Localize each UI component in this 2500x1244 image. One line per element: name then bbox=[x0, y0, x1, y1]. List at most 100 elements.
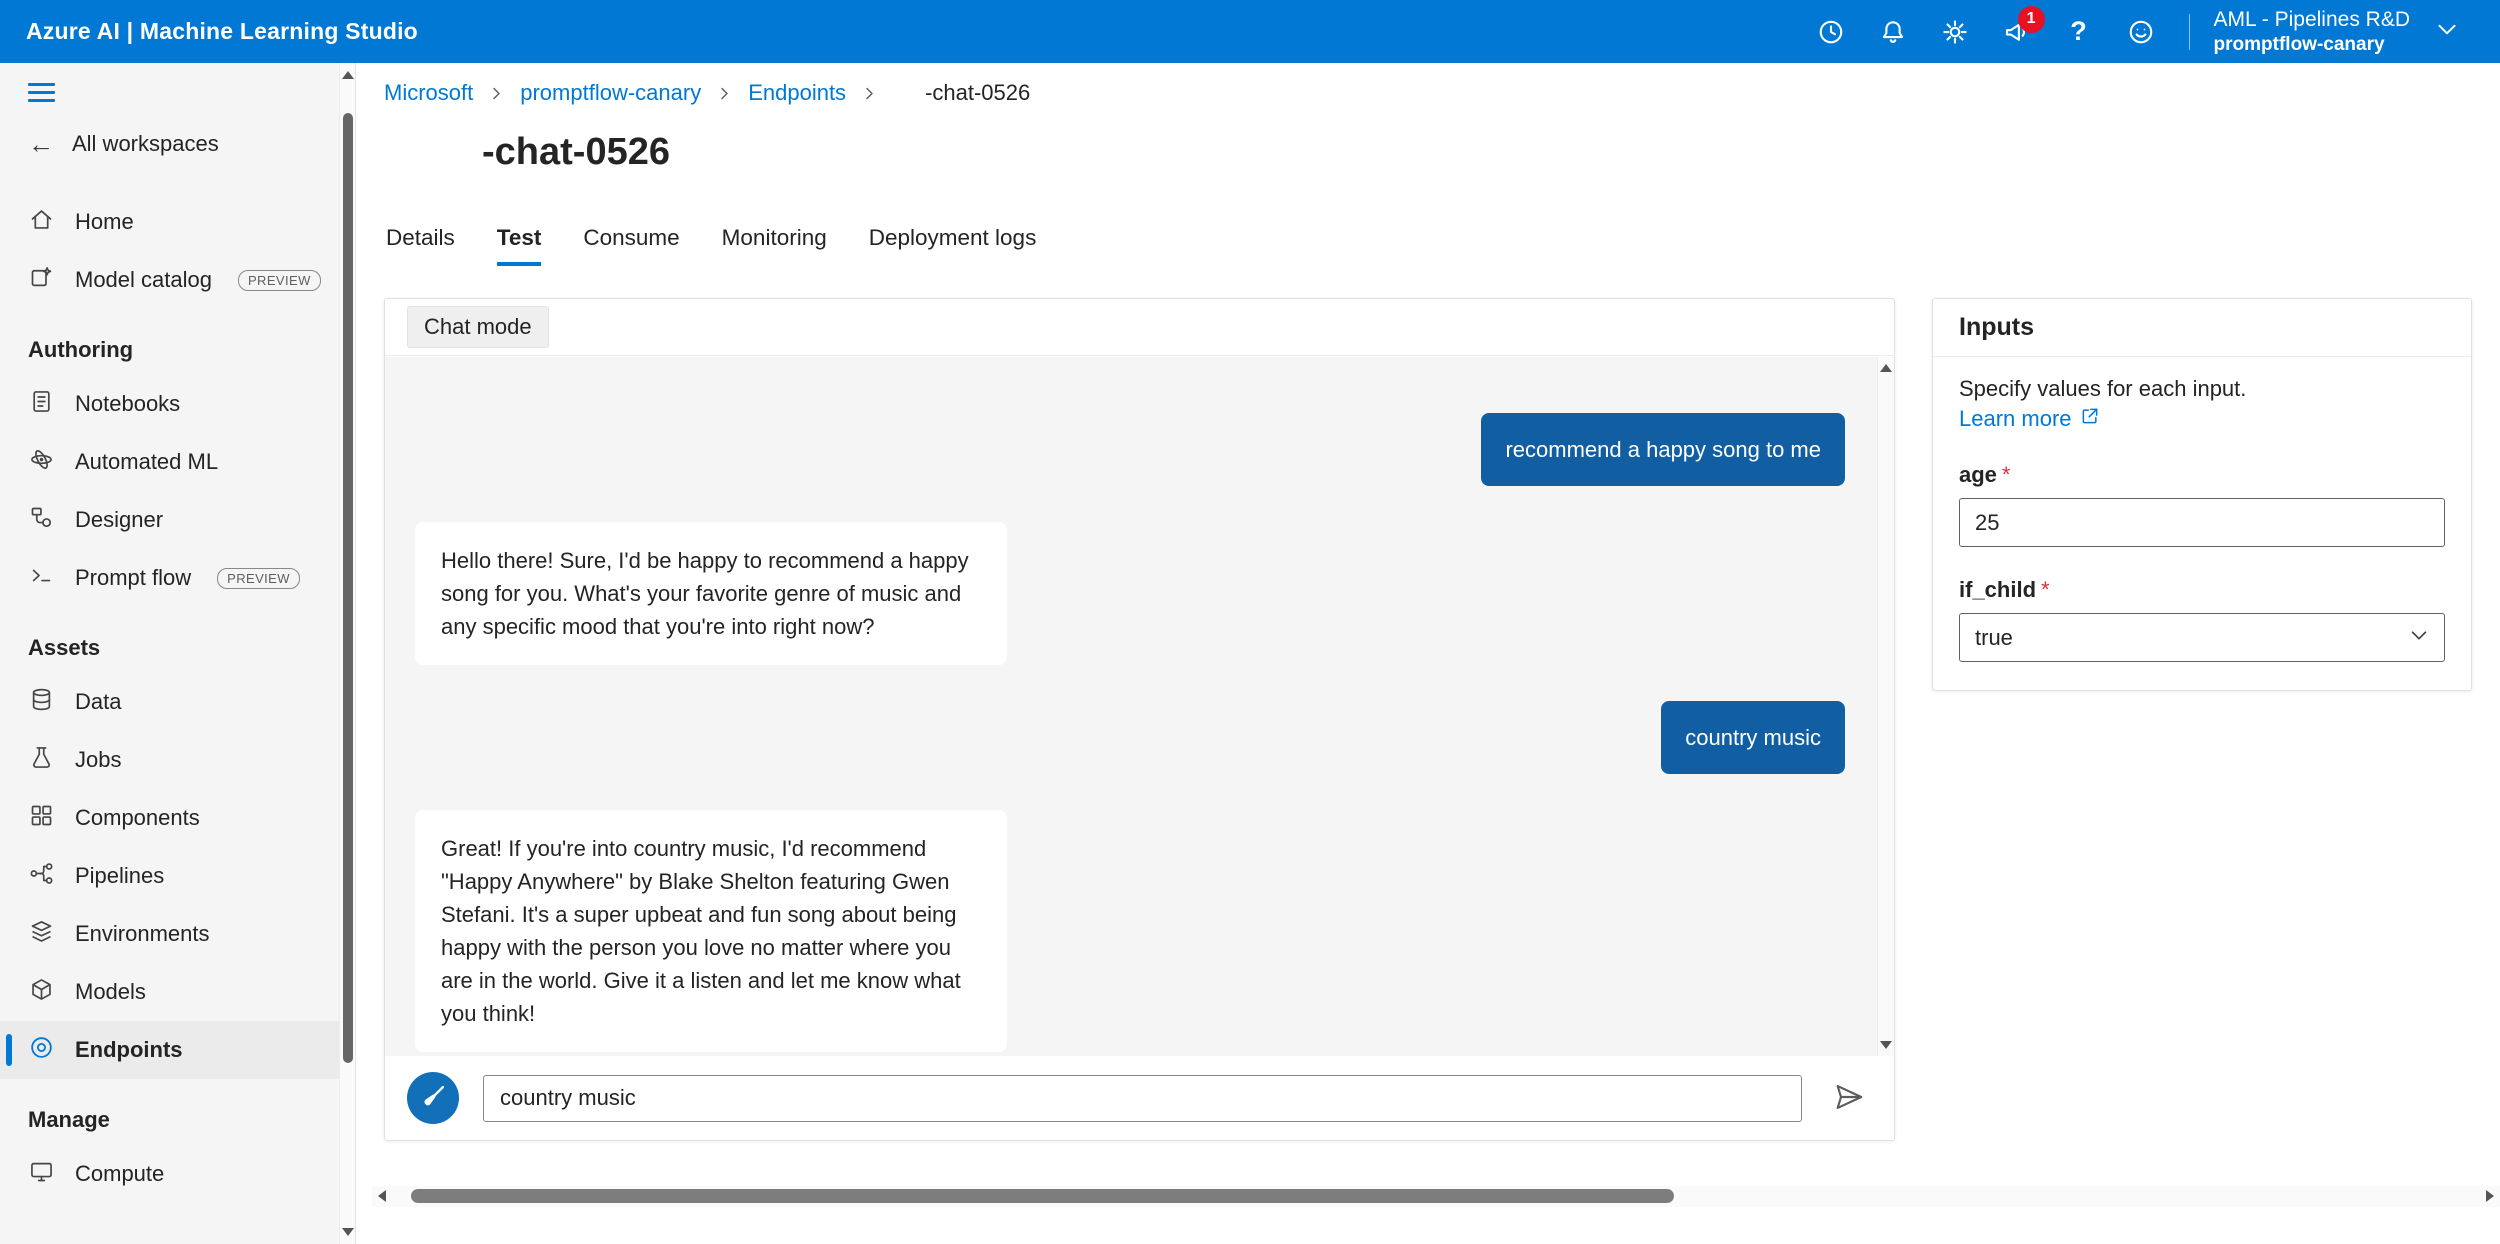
sidebar-item-automated-ml[interactable]: Automated ML bbox=[0, 433, 355, 491]
dropdown-value: true bbox=[1975, 625, 2013, 651]
scrollbar-thumb[interactable] bbox=[411, 1189, 1674, 1203]
terminal-icon bbox=[28, 562, 55, 595]
question-mark-icon: ? bbox=[2070, 16, 2087, 47]
scroll-down-arrow[interactable] bbox=[342, 1228, 354, 1236]
sidebar-item-label: Components bbox=[75, 805, 200, 831]
smiley-icon bbox=[2126, 17, 2156, 47]
field-label-if-child: if_child* bbox=[1959, 577, 2445, 603]
clock-icon bbox=[1816, 17, 1846, 47]
back-label: All workspaces bbox=[72, 131, 219, 157]
learn-more-link[interactable]: Learn more bbox=[1959, 406, 2100, 432]
sidebar-item-designer[interactable]: Designer bbox=[0, 491, 355, 549]
workspace-switcher[interactable]: AML - Pipelines R&D promptflow-canary bbox=[2214, 7, 2460, 57]
sidebar-item-models[interactable]: Models bbox=[0, 963, 355, 1021]
preview-badge: PREVIEW bbox=[238, 270, 321, 291]
notifications-button[interactable] bbox=[1869, 8, 1917, 56]
external-link-icon bbox=[2080, 406, 2100, 432]
sidebar-item-label: Prompt flow bbox=[75, 565, 191, 591]
sidebar-item-environments[interactable]: Environments bbox=[0, 905, 355, 963]
sidebar-item-label: Compute bbox=[75, 1161, 164, 1187]
recent-activity-button[interactable] bbox=[1807, 8, 1855, 56]
scroll-up-arrow[interactable] bbox=[1880, 364, 1892, 372]
workspace-subtitle: promptflow-canary bbox=[2214, 33, 2410, 57]
sidebar-item-home[interactable]: Home bbox=[0, 193, 355, 251]
chat-panel: Chat mode recommend a happy song to me H… bbox=[384, 298, 1895, 1141]
broom-icon bbox=[419, 1083, 447, 1114]
components-grid-icon bbox=[28, 802, 55, 835]
sidebar-item-label: Models bbox=[75, 979, 146, 1005]
sidebar-item-data[interactable]: Data bbox=[0, 673, 355, 731]
chat-message-assistant: Great! If you're into country music, I'd… bbox=[415, 810, 1007, 1052]
designer-icon bbox=[28, 504, 55, 537]
gear-icon bbox=[1940, 17, 1970, 47]
scroll-up-arrow[interactable] bbox=[342, 71, 354, 79]
app-title[interactable]: Azure AI | Machine Learning Studio bbox=[26, 18, 418, 45]
sidebar-item-components[interactable]: Components bbox=[0, 789, 355, 847]
endpoints-target-icon bbox=[28, 1034, 55, 1067]
inputs-description: Specify values for each input. bbox=[1959, 373, 2445, 404]
model-catalog-icon bbox=[28, 264, 55, 297]
breadcrumb-endpoints[interactable]: Endpoints bbox=[748, 80, 846, 106]
database-icon bbox=[28, 686, 55, 719]
sidebar-section-authoring: Authoring bbox=[0, 325, 355, 375]
sidebar-item-pipelines[interactable]: Pipelines bbox=[0, 847, 355, 905]
send-icon bbox=[1833, 1081, 1865, 1116]
field-label-age: age* bbox=[1959, 462, 2445, 488]
automated-ml-icon bbox=[28, 446, 55, 479]
inputs-panel: Inputs Specify values for each input. Le… bbox=[1932, 298, 2472, 691]
sidebar-item-compute[interactable]: Compute bbox=[0, 1145, 355, 1203]
sidebar-item-model-catalog[interactable]: Model catalog PREVIEW bbox=[0, 251, 355, 309]
breadcrumb-microsoft[interactable]: Microsoft bbox=[384, 80, 473, 106]
sidebar-item-jobs[interactable]: Jobs bbox=[0, 731, 355, 789]
inputs-panel-title: Inputs bbox=[1933, 299, 2471, 357]
tab-monitoring[interactable]: Monitoring bbox=[722, 225, 827, 266]
sidebar-item-label: Notebooks bbox=[75, 391, 180, 417]
chat-scrollbar[interactable] bbox=[1877, 357, 1894, 1056]
tab-details[interactable]: Details bbox=[386, 225, 455, 266]
chevron-down-icon bbox=[2408, 624, 2430, 652]
smiley-feedback-button[interactable] bbox=[2117, 8, 2165, 56]
chat-message-user: recommend a happy song to me bbox=[1481, 413, 1845, 486]
age-field[interactable] bbox=[1959, 498, 2445, 547]
send-button[interactable] bbox=[1826, 1075, 1872, 1121]
workspace-info: AML - Pipelines R&D promptflow-canary bbox=[2214, 7, 2410, 57]
arrow-left-icon: ← bbox=[28, 129, 54, 160]
sidebar-scrollbar[interactable] bbox=[339, 63, 355, 1244]
chat-message-assistant: Hello there! Sure, I'd be happy to recom… bbox=[415, 522, 1007, 665]
topbar-divider bbox=[2189, 14, 2190, 50]
sidebar-item-endpoints[interactable]: Endpoints bbox=[0, 1021, 355, 1079]
sidebar-section-manage: Manage bbox=[0, 1095, 355, 1145]
chat-message-area: recommend a happy song to me Hello there… bbox=[385, 357, 1894, 1056]
learn-more-label: Learn more bbox=[1959, 406, 2072, 432]
tab-bar: Details Test Consume Monitoring Deployme… bbox=[386, 225, 1036, 266]
sidebar-item-prompt-flow[interactable]: Prompt flow PREVIEW bbox=[0, 549, 355, 607]
scrollbar-thumb[interactable] bbox=[343, 113, 353, 1063]
chat-input[interactable] bbox=[483, 1075, 1802, 1122]
help-button[interactable]: ? bbox=[2055, 8, 2103, 56]
notebook-icon bbox=[28, 388, 55, 421]
tab-consume[interactable]: Consume bbox=[583, 225, 679, 266]
flask-icon bbox=[28, 744, 55, 777]
feedback-button[interactable]: 1 bbox=[1993, 8, 2041, 56]
sidebar-item-label: Automated ML bbox=[75, 449, 218, 475]
tab-test[interactable]: Test bbox=[497, 225, 542, 266]
chat-header: Chat mode bbox=[385, 299, 1894, 356]
all-workspaces-back[interactable]: ← All workspaces bbox=[0, 117, 355, 171]
sidebar-item-label: Jobs bbox=[75, 747, 121, 773]
sidebar-item-label: Data bbox=[75, 689, 121, 715]
breadcrumb-current: -chat-0526 bbox=[925, 80, 1030, 106]
tab-deployment-logs[interactable]: Deployment logs bbox=[869, 225, 1037, 266]
if-child-dropdown[interactable]: true bbox=[1959, 613, 2445, 662]
nav-collapse-button[interactable] bbox=[0, 67, 355, 117]
scroll-left-arrow[interactable] bbox=[378, 1190, 386, 1202]
scroll-right-arrow[interactable] bbox=[2486, 1190, 2494, 1202]
left-sidebar: ← All workspaces Home Model catalog PREV… bbox=[0, 63, 356, 1244]
sidebar-item-notebooks[interactable]: Notebooks bbox=[0, 375, 355, 433]
horizontal-scrollbar[interactable] bbox=[372, 1186, 2500, 1207]
clear-chat-button[interactable] bbox=[407, 1072, 459, 1124]
required-asterisk: * bbox=[2041, 577, 2050, 602]
scroll-down-arrow[interactable] bbox=[1880, 1041, 1892, 1049]
main-content: Microsoft promptflow-canary Endpoints -c… bbox=[356, 63, 2500, 1244]
breadcrumb-workspace[interactable]: promptflow-canary bbox=[520, 80, 701, 106]
settings-button[interactable] bbox=[1931, 8, 1979, 56]
